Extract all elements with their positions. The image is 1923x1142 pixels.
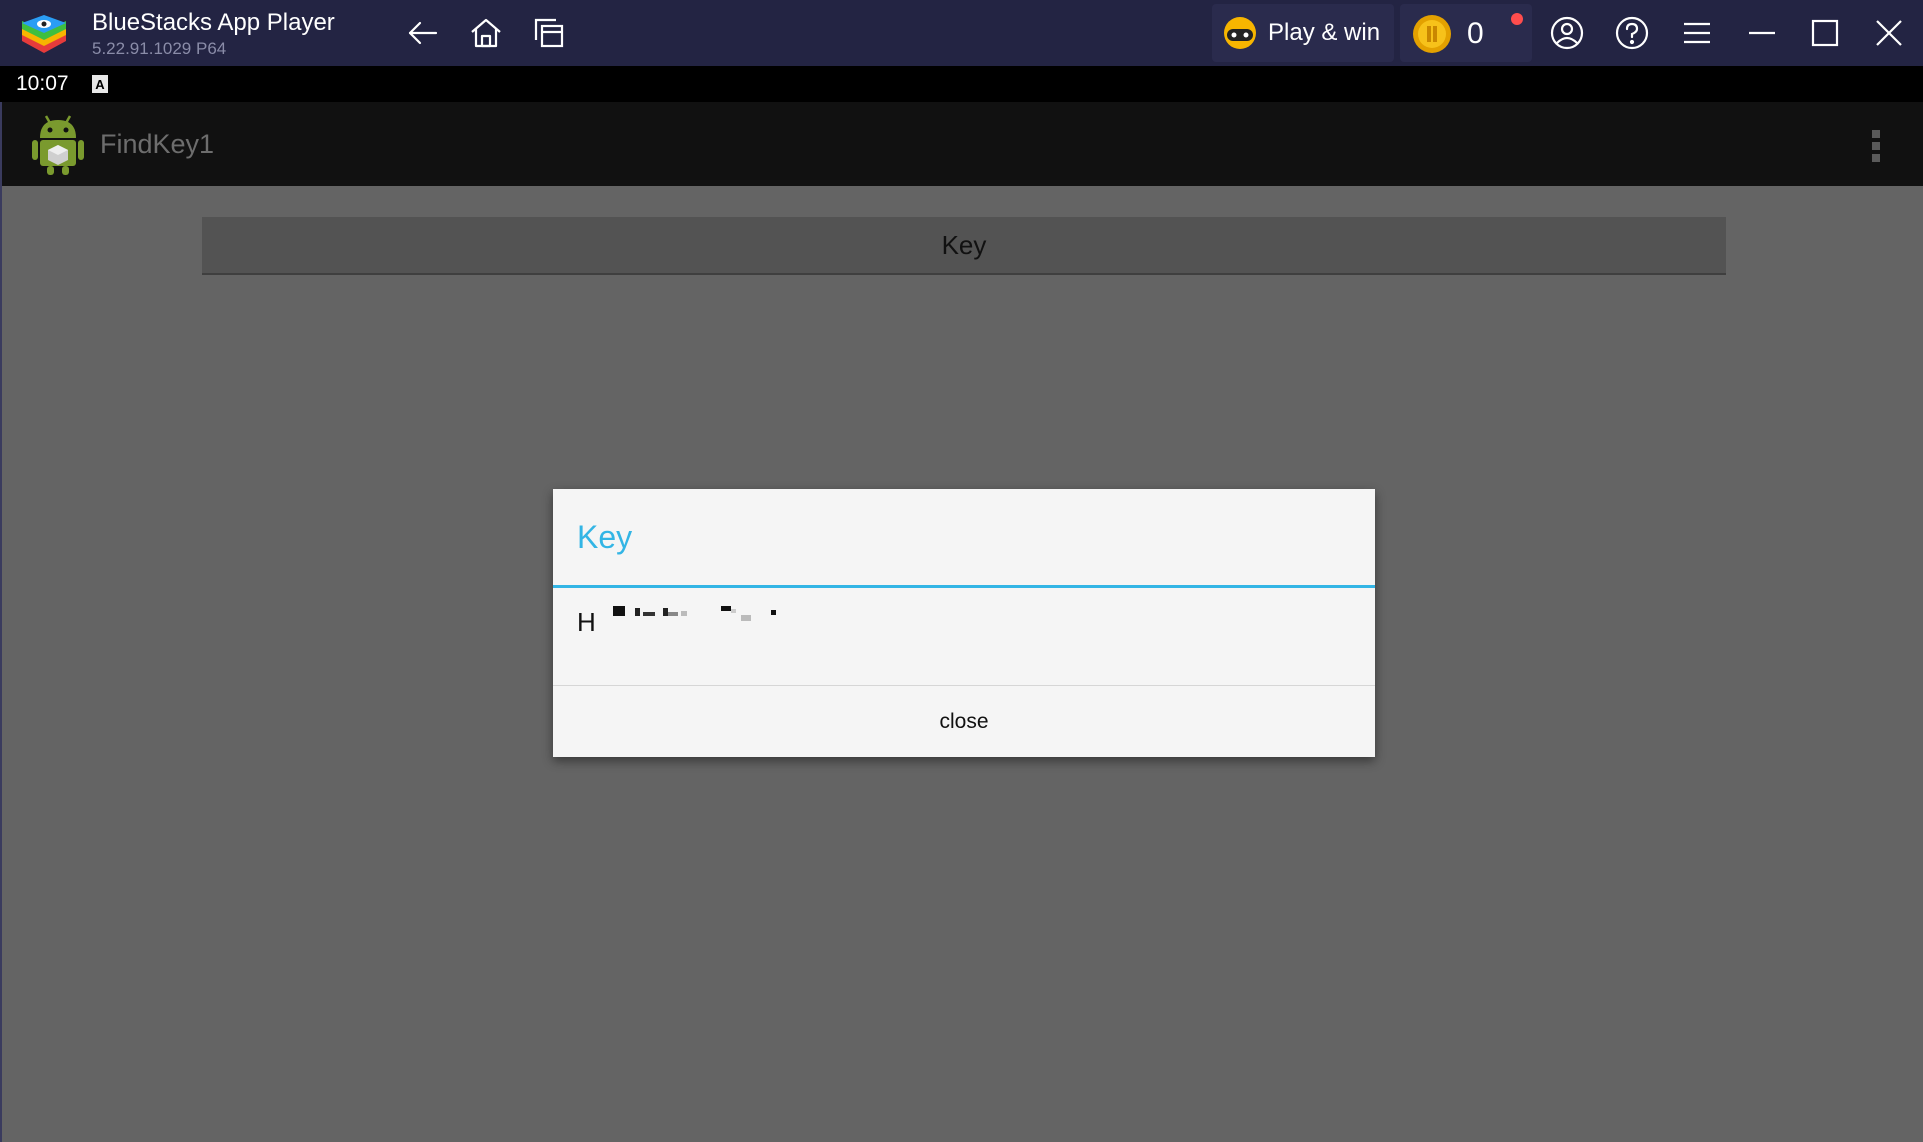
android-action-bar: FindKey1 — [0, 102, 1923, 186]
help-button[interactable] — [1613, 14, 1651, 52]
play-and-win-button[interactable]: Play & win — [1212, 4, 1394, 62]
menu-icon — [1684, 22, 1710, 44]
app-title: BlueStacks App Player — [92, 9, 335, 36]
back-arrow-icon — [408, 21, 438, 45]
coin-count: 0 — [1467, 17, 1484, 50]
help-icon — [1615, 16, 1649, 50]
multi-instance-button[interactable] — [530, 14, 568, 52]
maximize-icon — [1811, 19, 1839, 47]
key-dialog: Key H close — [553, 489, 1375, 757]
bluestacks-logo-icon — [22, 15, 66, 53]
account-button[interactable] — [1548, 14, 1586, 52]
close-button[interactable]: close — [553, 686, 1375, 757]
account-icon — [1550, 16, 1584, 50]
status-time: 10:07 — [16, 72, 69, 95]
dialog-title: Key — [577, 519, 633, 555]
close-window-button[interactable] — [1870, 14, 1908, 52]
minimize-button[interactable] — [1743, 14, 1781, 52]
maximize-button[interactable] — [1806, 14, 1844, 52]
home-icon — [471, 18, 501, 48]
gamepad-mascot-icon — [1224, 17, 1256, 49]
menu-button[interactable] — [1678, 14, 1716, 52]
close-icon — [1876, 20, 1902, 46]
minimize-icon — [1749, 31, 1775, 35]
redacted-key-text — [613, 606, 776, 621]
multi-instance-icon — [534, 18, 564, 48]
android-robot-icon — [32, 115, 84, 175]
coins-button[interactable]: 0 — [1400, 4, 1532, 62]
app-name: FindKey1 — [100, 129, 215, 159]
key-button[interactable]: Key — [202, 217, 1726, 275]
window-titlebar: BlueStacks App Player 5.22.91.1029 P64 P… — [0, 0, 1923, 66]
coin-icon — [1413, 15, 1451, 53]
android-status-bar: 10:07 A — [0, 66, 1923, 102]
back-button[interactable] — [404, 14, 442, 52]
app-version: 5.22.91.1029 P64 — [92, 39, 227, 58]
notification-dot — [1511, 13, 1523, 25]
play-and-win-label: Play & win — [1268, 19, 1381, 46]
home-button[interactable] — [467, 14, 505, 52]
overflow-menu-icon[interactable] — [1866, 126, 1886, 166]
app-content: Key Key H close — [0, 186, 1923, 1142]
status-indicator-icon: A — [92, 75, 108, 93]
dialog-message: H — [577, 607, 596, 637]
dialog-title-divider — [553, 585, 1375, 588]
